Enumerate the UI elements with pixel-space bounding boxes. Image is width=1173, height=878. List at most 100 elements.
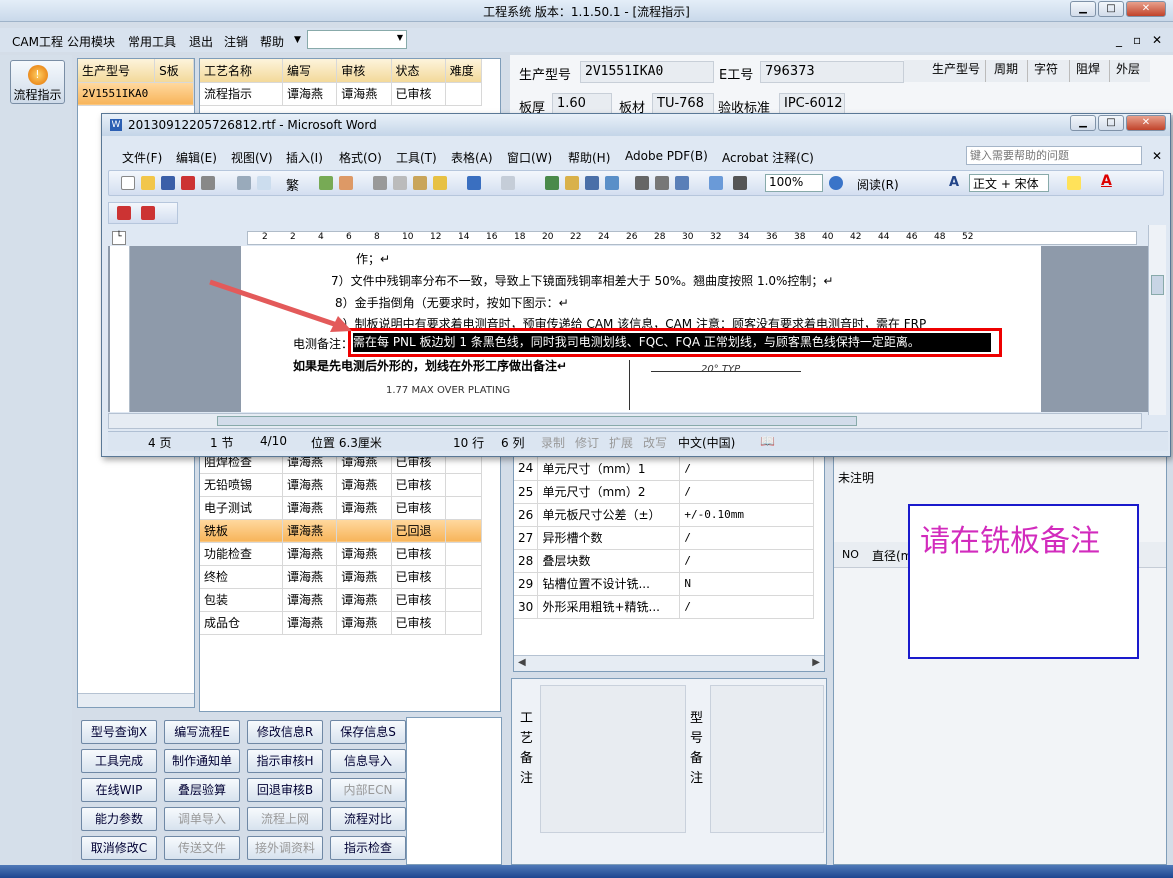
- col-diameter[interactable]: 直径(m: [872, 547, 912, 564]
- mdi-restore-icon[interactable]: ▫: [1133, 33, 1141, 47]
- table-row[interactable]: 无铅喷锡 谭海燕 谭海燕 已审核: [200, 473, 483, 497]
- col-writer[interactable]: 编写: [282, 59, 338, 83]
- docmap-icon[interactable]: [675, 176, 689, 190]
- word-doc-close-icon[interactable]: ✕: [1152, 149, 1162, 163]
- button-3-2[interactable]: 流程上网: [247, 807, 323, 831]
- pdf-create-icon[interactable]: [117, 206, 131, 220]
- menu-public[interactable]: 公用模块: [67, 33, 115, 50]
- insert-table-icon[interactable]: [585, 176, 599, 190]
- word-menu-window[interactable]: 窗口(W): [507, 149, 552, 166]
- col-model[interactable]: 生产型号: [78, 59, 156, 83]
- col-difficulty[interactable]: 难度: [445, 59, 483, 83]
- word-menu-adobe[interactable]: Adobe PDF(B): [625, 149, 708, 163]
- table-row[interactable]: 29 钻槽位置不设计铣... N: [514, 572, 814, 596]
- button-3-0[interactable]: 能力参数: [81, 807, 157, 831]
- scroll-thumb[interactable]: [1151, 275, 1164, 295]
- style-combo[interactable]: 正文 + 宋体: [969, 174, 1049, 192]
- word-menu-acrobat[interactable]: Acrobat 注释(C): [722, 149, 814, 166]
- menu-cam[interactable]: CAM工程: [12, 33, 63, 50]
- scroll-left-icon[interactable]: ◀: [518, 657, 526, 668]
- help-search-input[interactable]: [966, 146, 1142, 165]
- zoom-combo[interactable]: 100%: [765, 174, 823, 192]
- craft-memo-input[interactable]: [540, 685, 686, 833]
- rh-outer[interactable]: 外层: [1110, 60, 1150, 82]
- open-icon[interactable]: [141, 176, 155, 190]
- button-0-2[interactable]: 修改信息R: [247, 720, 323, 744]
- word-menu-insert[interactable]: 插入(I): [286, 149, 323, 166]
- highlight-icon[interactable]: [1067, 176, 1081, 190]
- param-hscroll[interactable]: ◀ ▶: [514, 655, 824, 671]
- format-painter-icon[interactable]: [433, 176, 447, 190]
- pdf-icon[interactable]: [181, 176, 195, 190]
- button-1-1[interactable]: 制作通知单: [164, 749, 240, 773]
- font-color-icon[interactable]: A: [1101, 173, 1112, 189]
- status-extend[interactable]: 扩展: [609, 434, 633, 451]
- mdi-close-icon[interactable]: ✕: [1152, 33, 1162, 47]
- print-icon[interactable]: [201, 176, 215, 190]
- tables-icon[interactable]: [565, 176, 579, 190]
- button-2-1[interactable]: 叠层验算: [164, 778, 240, 802]
- new-icon[interactable]: [121, 176, 135, 190]
- word-minimize-icon[interactable]: ▁: [1070, 115, 1096, 131]
- field-model[interactable]: 2V1551IKA0: [580, 61, 714, 83]
- status-revision[interactable]: 修订: [575, 434, 599, 451]
- paste-icon[interactable]: [413, 176, 427, 190]
- word-menu-help[interactable]: 帮助(H): [568, 149, 610, 166]
- copy-icon[interactable]: [393, 176, 407, 190]
- model-hscroll[interactable]: [78, 693, 194, 707]
- word-menu-view[interactable]: 视图(V): [231, 149, 273, 166]
- word-menu-edit[interactable]: 编辑(E): [176, 149, 217, 166]
- menu-help[interactable]: 帮助: [260, 33, 284, 50]
- table-row[interactable]: 包装 谭海燕 谭海燕 已审核: [200, 588, 483, 612]
- excel-icon[interactable]: [605, 176, 619, 190]
- status-overwrite[interactable]: 改写: [643, 434, 667, 451]
- button-0-1[interactable]: 编写流程E: [164, 720, 240, 744]
- button-4-3[interactable]: 指示检查: [330, 836, 406, 860]
- menu-overflow-icon[interactable]: ▼: [294, 35, 301, 45]
- spell-icon[interactable]: [257, 176, 271, 190]
- button-3-3[interactable]: 流程对比: [330, 807, 406, 831]
- field-material[interactable]: TU-768: [652, 93, 714, 115]
- hscroll-thumb[interactable]: [217, 416, 857, 426]
- scroll-right-icon[interactable]: ▶: [812, 657, 820, 668]
- table-row[interactable]: 终检 谭海燕 谭海燕 已审核: [200, 565, 483, 589]
- table-row[interactable]: 25 单元尺寸（mm）2/: [514, 480, 814, 504]
- model-memo-input[interactable]: [710, 685, 824, 833]
- undo-icon[interactable]: [467, 176, 481, 190]
- hyperlink-icon[interactable]: [545, 176, 559, 190]
- word-close-icon[interactable]: ✕: [1126, 115, 1166, 131]
- table-row[interactable]: 成品仓 谭海燕 谭海燕 已审核: [200, 611, 483, 635]
- word-menu-tools[interactable]: 工具(T): [396, 149, 437, 166]
- table-row[interactable]: 30 外形采用粗铣+精铣... /: [514, 595, 814, 619]
- redo-icon[interactable]: [501, 176, 515, 190]
- field-thickness[interactable]: 1.60: [552, 93, 612, 115]
- columns-icon[interactable]: [635, 176, 649, 190]
- maximize-icon[interactable]: □: [1098, 1, 1124, 17]
- research-icon[interactable]: [319, 176, 333, 190]
- spellcheck-status-icon[interactable]: 📖: [760, 434, 775, 448]
- cut-icon[interactable]: [373, 176, 387, 190]
- horizontal-ruler[interactable]: 2 2 4 6 8 10 12 14 16 18 20 22 24 26 28 30 32 34 36 38 40 42 4…: [247, 231, 1137, 245]
- pdf-email-icon[interactable]: [141, 206, 155, 220]
- mdi-minimize-icon[interactable]: _: [1116, 33, 1122, 47]
- drawing-icon[interactable]: [655, 176, 669, 190]
- word-maximize-icon[interactable]: □: [1098, 115, 1124, 131]
- rh-char[interactable]: 字符: [1028, 60, 1070, 82]
- trad-chinese-icon[interactable]: 繁: [286, 175, 299, 194]
- table-row[interactable]: 功能检查 谭海燕 谭海燕 已审核: [200, 542, 483, 566]
- col-sboard[interactable]: S板: [154, 59, 194, 83]
- tab-selector-icon[interactable]: └: [112, 231, 126, 245]
- table-row[interactable]: 28 叠层块数 /: [514, 549, 814, 573]
- table-row[interactable]: 电子测试 谭海燕 谭海燕 已审核: [200, 496, 483, 520]
- rh-period[interactable]: 周期: [986, 60, 1028, 82]
- table-row[interactable]: 2V1551IKA0: [78, 82, 194, 106]
- rh-mask[interactable]: 阻焊: [1070, 60, 1110, 82]
- field-e[interactable]: 796373: [760, 61, 904, 83]
- save-icon[interactable]: [161, 176, 175, 190]
- button-2-0[interactable]: 在线WIP: [81, 778, 157, 802]
- close-icon[interactable]: ✕: [1126, 1, 1166, 17]
- table-row[interactable]: 27 异形槽个数 /: [514, 526, 814, 550]
- table-row[interactable]: 24 单元尺寸（mm）1/: [514, 457, 814, 481]
- button-2-2[interactable]: 回退审核B: [247, 778, 323, 802]
- rh-model[interactable]: 生产型号: [904, 60, 986, 82]
